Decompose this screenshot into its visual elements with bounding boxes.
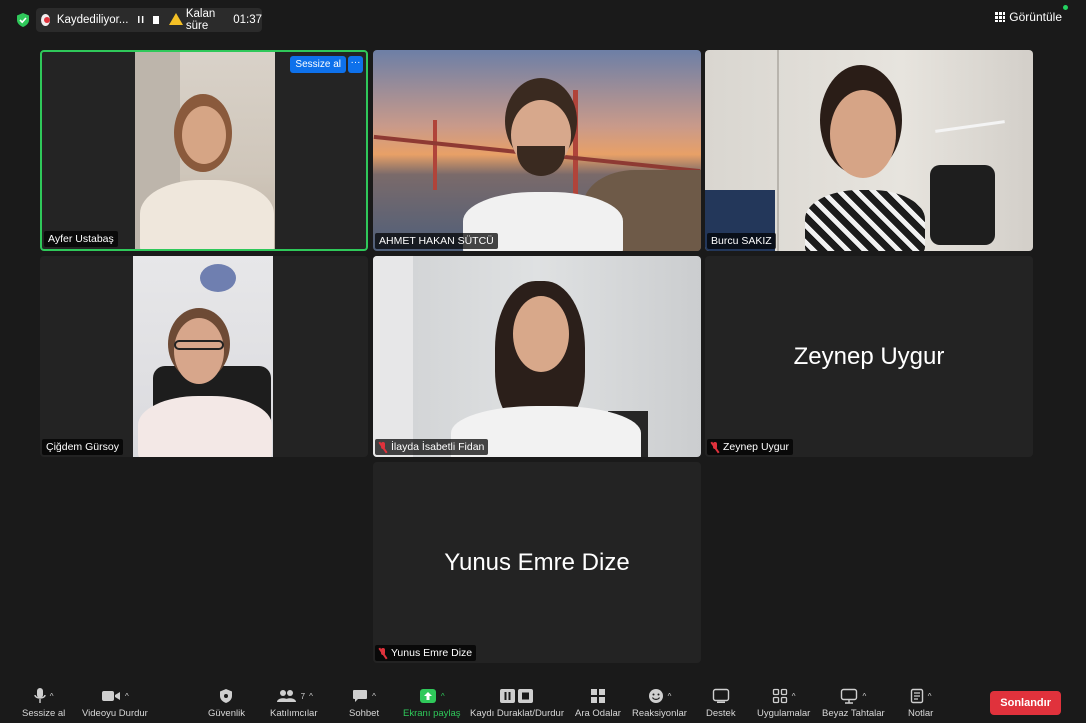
mute-participant-button[interactable]: Sessize al [290, 56, 346, 73]
mic-muted-icon [379, 647, 387, 659]
remaining-time-label: Kalan süre [185, 8, 216, 32]
support-label: Destek [706, 708, 736, 719]
chevron-up-icon[interactable]: ^ [50, 692, 54, 701]
notes-button[interactable]: ^ Notlar [908, 686, 933, 719]
view-label: Görüntüle [1009, 10, 1062, 24]
remaining-time-value: 01:37 [233, 14, 262, 26]
recording-icon [41, 14, 50, 26]
shield-icon [220, 689, 233, 703]
chevron-up-icon[interactable]: ^ [792, 692, 796, 701]
security-button[interactable]: Güvenlik [208, 686, 245, 719]
chat-label: Sohbet [349, 708, 380, 719]
participants-count: 7 [300, 691, 306, 701]
participant-name-text: İlayda İsabetli Fidan [391, 441, 485, 453]
share-screen-label: Ekranı paylaş [403, 708, 461, 719]
meeting-toolbar: ^ Sessize al ^ Videoyu Durdur Güvenlik 7… [0, 681, 1086, 723]
notes-label: Notlar [908, 708, 934, 719]
microphone-icon [34, 688, 46, 703]
reactions-button[interactable]: ^ Reaksiyonlar [632, 686, 687, 719]
participant-name: Yunus Emre Dize [375, 645, 477, 661]
participant-name: Ayfer Ustabaş [44, 231, 118, 247]
chevron-up-icon[interactable]: ^ [441, 692, 445, 701]
mic-muted-icon [379, 441, 387, 453]
video-feed [373, 256, 701, 457]
stop-recording-button[interactable] [152, 16, 159, 24]
video-feed [40, 256, 368, 457]
video-camera-icon [102, 691, 121, 701]
security-label: Güvenlik [208, 708, 245, 719]
stop-video-button[interactable]: ^ Videoyu Durdur [82, 686, 148, 719]
breakout-rooms-label: Ara Odalar [575, 708, 621, 719]
mic-muted-icon [711, 441, 719, 453]
participants-label: Katılımcılar [270, 708, 318, 719]
support-screen-icon [712, 688, 729, 703]
participant-name-text: Zeynep Uygur [723, 441, 789, 453]
participant-name-text: Burcu SAKIZ [711, 235, 772, 247]
participant-name: Çiğdem Gürsoy [42, 439, 123, 455]
notes-icon [910, 688, 923, 704]
chevron-up-icon[interactable]: ^ [372, 692, 376, 701]
recording-controls-button[interactable]: Kaydı Duraklat/Durdur [470, 686, 564, 719]
share-screen-button[interactable]: ^ Ekranı paylaş [403, 686, 461, 719]
chat-icon [353, 690, 368, 702]
recording-controls-label: Kaydı Duraklat/Durdur [470, 708, 564, 719]
shield-icon[interactable] [16, 13, 30, 27]
participant-display-name: Yunus Emre Dize [444, 548, 630, 576]
top-bar: Kaydediliyor... II Kalan süre 01:37 Görü… [0, 0, 1086, 40]
participants-icon [276, 690, 296, 702]
participants-button[interactable]: 7 ^ Katılımcılar [270, 686, 318, 719]
participant-name-text: Ayfer Ustabaş [48, 233, 114, 245]
chevron-up-icon[interactable]: ^ [928, 692, 932, 701]
video-tile-burcu[interactable]: Burcu SAKIZ [705, 50, 1033, 251]
participant-name: AHMET HAKAN SÜTCÜ [375, 233, 498, 249]
video-tile-ayfer[interactable]: Sessize al ··· Ayfer Ustabaş [40, 50, 368, 251]
recording-status: Kaydediliyor... II Kalan süre 01:37 [36, 8, 262, 32]
video-tile-yunus[interactable]: Yunus Emre Dize Yunus Emre Dize [373, 462, 701, 663]
whiteboards-label: Beyaz Tahtalar [822, 708, 885, 719]
recording-label: Kaydediliyor... [56, 14, 129, 26]
end-meeting-button[interactable]: Sonlandır [990, 691, 1061, 715]
participant-name-text: AHMET HAKAN SÜTCÜ [379, 235, 494, 247]
participant-display-name: Zeynep Uygur [793, 342, 945, 370]
video-tile-cigdem[interactable]: Çiğdem Gürsoy [40, 256, 368, 457]
mute-button[interactable]: ^ Sessize al [22, 686, 65, 719]
participant-name-text: Yunus Emre Dize [391, 647, 473, 659]
grid-icon [995, 12, 1006, 22]
video-feed [42, 52, 366, 249]
chevron-up-icon[interactable]: ^ [668, 692, 672, 701]
zoom-meeting-window: Kaydediliyor... II Kalan süre 01:37 Görü… [0, 0, 1086, 723]
participant-name: Zeynep Uygur [707, 439, 793, 455]
chevron-up-icon[interactable]: ^ [309, 692, 313, 701]
view-button[interactable]: Görüntüle [995, 5, 1068, 24]
video-feed [705, 50, 1033, 251]
apps-icon [772, 688, 787, 704]
pause-recording-button[interactable]: II [137, 15, 145, 26]
chat-button[interactable]: ^ Sohbet [349, 686, 379, 719]
apps-button[interactable]: ^ Uygulamalar [757, 686, 810, 719]
video-feed [373, 50, 701, 251]
participant-name-text: Çiğdem Gürsoy [46, 441, 119, 453]
chevron-up-icon[interactable]: ^ [125, 692, 129, 701]
whiteboard-icon [841, 688, 858, 704]
smiley-icon [648, 689, 663, 703]
support-button[interactable]: Destek [706, 686, 736, 719]
chevron-up-icon[interactable]: ^ [862, 692, 866, 701]
reactions-label: Reaksiyonlar [632, 708, 687, 719]
mute-label: Sessize al [22, 708, 66, 719]
whiteboards-button[interactable]: ^ Beyaz Tahtalar [822, 686, 885, 719]
notification-dot [1063, 5, 1068, 10]
stop-video-label: Videoyu Durdur [82, 708, 148, 719]
more-options-button[interactable]: ··· [348, 56, 363, 73]
pause-stop-icon [499, 689, 533, 703]
apps-label: Uygulamalar [757, 708, 811, 719]
participant-name: Burcu SAKIZ [707, 233, 776, 249]
warning-icon [168, 13, 183, 25]
share-screen-icon [419, 689, 436, 703]
breakout-rooms-button[interactable]: Ara Odalar [575, 686, 621, 719]
video-tile-ahmet[interactable]: AHMET HAKAN SÜTCÜ [373, 50, 701, 251]
breakout-rooms-icon [590, 689, 605, 703]
participant-name: İlayda İsabetli Fidan [375, 439, 489, 455]
video-tile-ilayda[interactable]: İlayda İsabetli Fidan [373, 256, 701, 457]
video-tile-zeynep[interactable]: Zeynep Uygur Zeynep Uygur [705, 256, 1033, 457]
